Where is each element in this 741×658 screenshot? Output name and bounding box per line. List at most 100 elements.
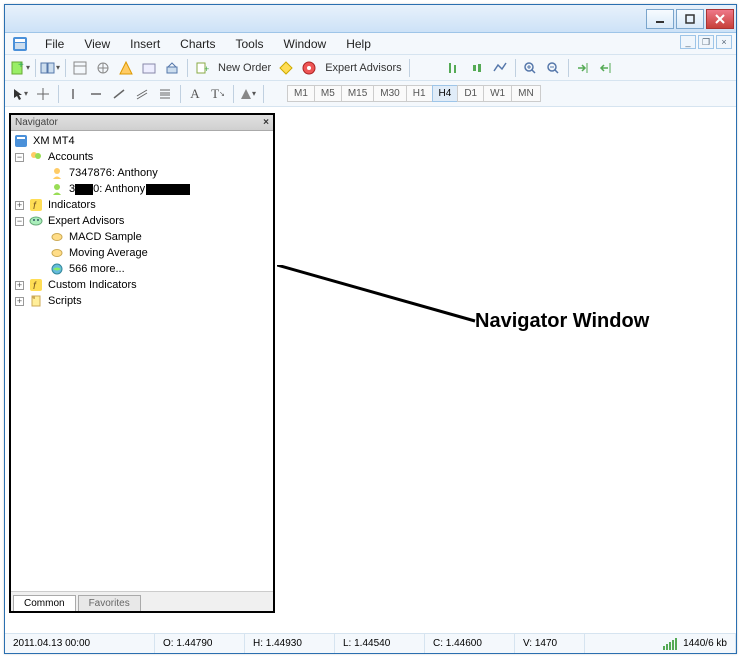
status-connection: 1440/6 kb <box>655 634 736 653</box>
mdi-close[interactable]: × <box>716 35 732 49</box>
metaquotes-button[interactable] <box>275 57 297 79</box>
shapes-button[interactable]: ▾ <box>237 83 259 105</box>
navigator-close-button[interactable]: × <box>263 117 269 128</box>
tree-more[interactable]: 566 more... <box>13 261 271 277</box>
timeframe-d1[interactable]: D1 <box>457 85 484 102</box>
chart-line-button[interactable] <box>489 57 511 79</box>
expert-advisors-button[interactable]: Expert Advisors <box>321 62 405 74</box>
text-tool-button[interactable]: A <box>184 83 206 105</box>
status-high: H: 1.44930 <box>245 634 335 653</box>
tab-favorites[interactable]: Favorites <box>78 595 141 611</box>
app-window: File View Insert Charts Tools Window Hel… <box>4 4 737 654</box>
svg-text:+: + <box>204 64 209 74</box>
menu-help[interactable]: Help <box>336 35 381 53</box>
tree-account-2[interactable]: 30: Anthony <box>13 181 271 197</box>
status-date: 2011.04.13 00:00 <box>5 634 155 653</box>
mdi-minimize[interactable]: _ <box>680 35 696 49</box>
app-root-icon <box>13 134 29 148</box>
tree-root[interactable]: XM MT4 <box>13 133 271 149</box>
navigator-tabs: Common Favorites <box>11 591 273 611</box>
navigator-tree: XM MT4 − Accounts 7347876: Anthony 30: A… <box>11 131 273 591</box>
account-icon <box>49 182 65 196</box>
chart-shift-button[interactable] <box>595 57 617 79</box>
tree-accounts[interactable]: − Accounts <box>13 149 271 165</box>
timeframe-m15[interactable]: M15 <box>341 85 374 102</box>
new-order-button[interactable]: New Order <box>214 62 275 74</box>
vertical-line-button[interactable] <box>62 83 84 105</box>
minimize-button[interactable] <box>646 9 674 29</box>
chart-candle-button[interactable] <box>466 57 488 79</box>
expand-icon[interactable]: + <box>13 199 26 212</box>
navigator-button[interactable] <box>115 57 137 79</box>
tree-account-1[interactable]: 7347876: Anthony <box>13 165 271 181</box>
zoom-in-button[interactable] <box>519 57 541 79</box>
collapse-icon[interactable]: − <box>13 151 26 164</box>
menu-window[interactable]: Window <box>274 35 337 53</box>
navigator-panel: Navigator × XM MT4 − Accounts 7347876: A… <box>9 113 275 613</box>
fibonacci-button[interactable] <box>154 83 176 105</box>
tree-scripts[interactable]: + Scripts <box>13 293 271 309</box>
ea-icon[interactable] <box>298 57 320 79</box>
crosshair-button[interactable] <box>32 83 54 105</box>
toolbar-drawing: ▾ A T↘ ▾ M1 M5 M15 M30 H1 H4 D1 W1 MN <box>5 81 736 107</box>
accounts-icon <box>28 150 44 164</box>
new-order-icon[interactable]: + <box>191 57 213 79</box>
maximize-button[interactable] <box>676 9 704 29</box>
annotation-label: Navigator Window <box>475 310 649 333</box>
trendline-button[interactable] <box>108 83 130 105</box>
tree-indicators[interactable]: + f Indicators <box>13 197 271 213</box>
chart-bar-button[interactable] <box>443 57 465 79</box>
terminal-button[interactable] <box>138 57 160 79</box>
data-window-button[interactable] <box>92 57 114 79</box>
expand-icon[interactable]: + <box>13 295 26 308</box>
app-icon <box>9 35 31 53</box>
status-low: L: 1.44540 <box>335 634 425 653</box>
navigator-titlebar: Navigator × <box>11 115 273 131</box>
menu-file[interactable]: File <box>35 35 74 53</box>
tree-custom-indicators[interactable]: + f Custom Indicators <box>13 277 271 293</box>
text-label-button[interactable]: T↘ <box>207 83 229 105</box>
timeframe-h1[interactable]: H1 <box>406 85 433 102</box>
mdi-restore[interactable]: ❐ <box>698 35 714 49</box>
close-button[interactable] <box>706 9 734 29</box>
menubar: File View Insert Charts Tools Window Hel… <box>5 33 736 55</box>
timeframe-m30[interactable]: M30 <box>373 85 406 102</box>
scripts-icon <box>28 294 44 308</box>
annotation-arrow <box>277 265 477 323</box>
account-icon <box>49 166 65 180</box>
redacted-text <box>75 184 93 195</box>
tree-expert-advisors[interactable]: − Expert Advisors <box>13 213 271 229</box>
market-watch-button[interactable] <box>69 57 91 79</box>
timeframe-m1[interactable]: M1 <box>287 85 315 102</box>
timeframe-w1[interactable]: W1 <box>483 85 512 102</box>
profiles-button[interactable]: ▾ <box>39 57 61 79</box>
ea-item-icon <box>49 230 65 244</box>
tree-moving-average[interactable]: Moving Average <box>13 245 271 261</box>
strategy-tester-button[interactable] <box>161 57 183 79</box>
zoom-out-button[interactable] <box>542 57 564 79</box>
menu-insert[interactable]: Insert <box>120 35 170 53</box>
menu-charts[interactable]: Charts <box>170 35 225 53</box>
svg-text:+: + <box>18 60 24 71</box>
horizontal-line-button[interactable] <box>85 83 107 105</box>
signal-icon <box>663 638 677 650</box>
ea-folder-icon <box>28 214 44 228</box>
timeframe-m5[interactable]: M5 <box>314 85 342 102</box>
timeframe-mn[interactable]: MN <box>511 85 541 102</box>
custom-indicators-icon: f <box>28 278 44 292</box>
toolbar-main: +▾ ▾ + New Order Expert Advisors <box>5 55 736 81</box>
timeframe-h4[interactable]: H4 <box>432 85 459 102</box>
navigator-title: Navigator <box>15 117 58 128</box>
expand-icon[interactable]: + <box>13 279 26 292</box>
tree-macd-sample[interactable]: MACD Sample <box>13 229 271 245</box>
menu-tools[interactable]: Tools <box>226 35 274 53</box>
autoscroll-button[interactable] <box>572 57 594 79</box>
collapse-icon[interactable]: − <box>13 215 26 228</box>
ea-item-icon <box>49 246 65 260</box>
new-chart-button[interactable]: +▾ <box>9 57 31 79</box>
menu-view[interactable]: View <box>74 35 120 53</box>
channel-button[interactable] <box>131 83 153 105</box>
redacted-text <box>146 184 190 195</box>
cursor-button[interactable]: ▾ <box>9 83 31 105</box>
tab-common[interactable]: Common <box>13 595 76 611</box>
